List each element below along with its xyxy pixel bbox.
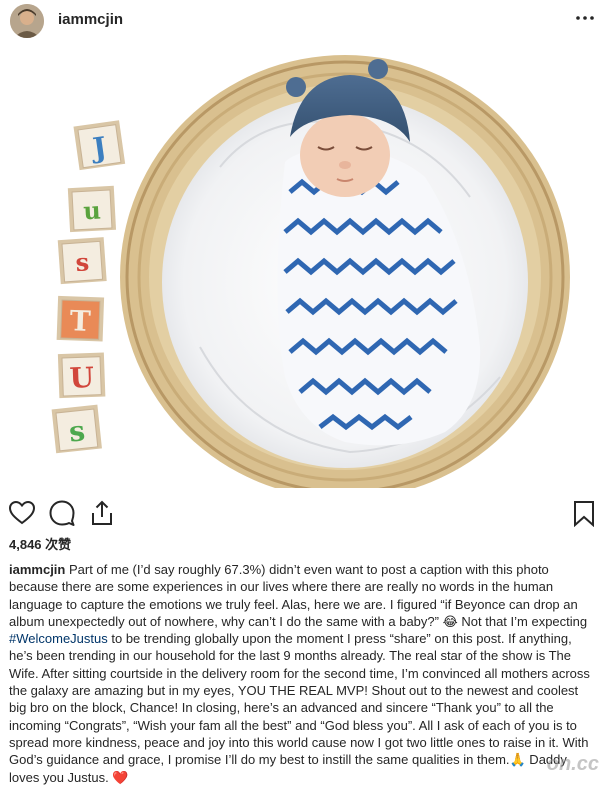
- block-letter: U: [69, 361, 95, 395]
- likes-count[interactable]: 4,846 次赞: [9, 534, 71, 553]
- hashtag-link[interactable]: #WelcomeJustus: [9, 631, 108, 646]
- post-header: iammcjin: [0, 0, 609, 44]
- post-username[interactable]: iammcjin: [58, 11, 123, 28]
- post-caption: iammcjin Part of me (I’d say roughly 67.…: [9, 561, 597, 786]
- bookmark-icon[interactable]: [570, 499, 598, 528]
- watermark-logo: on.cc: [546, 753, 599, 775]
- more-horizontal-icon[interactable]: [575, 8, 595, 32]
- heart-icon[interactable]: [8, 499, 36, 527]
- caption-text-part2: to be trending globally upon the moment …: [9, 631, 590, 785]
- share-icon[interactable]: [88, 499, 116, 527]
- block-letter: s: [75, 247, 91, 277]
- block-letter: u: [83, 196, 102, 226]
- action-bar: [0, 496, 609, 532]
- block-letter: T: [69, 304, 91, 338]
- caption-text-part1: Part of me (I’d say roughly 67.3%) didn’…: [9, 562, 588, 629]
- comment-icon[interactable]: [48, 499, 76, 527]
- caption-username[interactable]: iammcjin: [9, 562, 65, 577]
- post-photo[interactable]: J u s T U s: [0, 47, 609, 488]
- avatar[interactable]: [10, 4, 44, 38]
